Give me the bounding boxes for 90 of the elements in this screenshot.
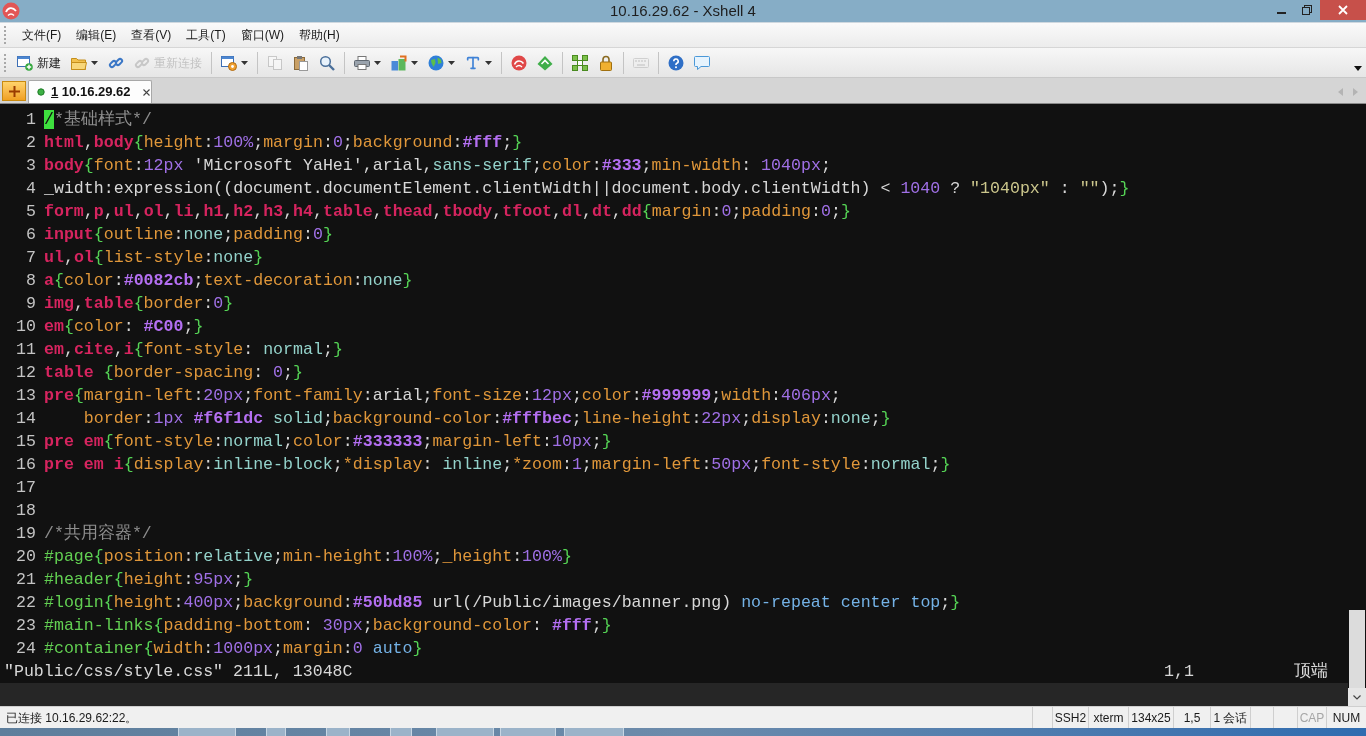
- line-number: 6: [25, 224, 36, 246]
- overflow-caret-icon[interactable]: [1354, 66, 1362, 71]
- file-info-message: "Public/css/style.css" 211L, 13048C: [4, 661, 354, 683]
- code-line: border:1px #f6f1dc solid;background-color:#fffbec;line-height:22px;display:none;}: [82, 408, 891, 430]
- lock-icon: [598, 54, 614, 71]
- code-line: input{outline:none;padding:0}: [44, 224, 333, 246]
- code-line: html,body{height:100%;margin:0;background:#fff;}: [44, 132, 523, 154]
- toolbar-button[interactable]: 新建: [13, 50, 65, 75]
- code-line: #login{height:400px;background:#50bd85 url(/Public/images/banner.png) no-repeat center top;}: [44, 592, 961, 614]
- bars-arrow-icon: [391, 54, 407, 71]
- code-line: #main-links{padding-bottom: 30px;background-color: #fff;}: [44, 615, 612, 637]
- minimize-icon: [1276, 12, 1286, 14]
- code-line: em,cite,i{font-style: normal;}: [44, 339, 343, 361]
- printer-icon: [354, 54, 370, 71]
- diamond-arrow-icon: [537, 54, 553, 71]
- code-line: img,table{border:0}: [44, 293, 234, 315]
- line-number: 23: [15, 615, 36, 637]
- line-number: 19: [15, 523, 36, 545]
- code-line: body{font:12px 'Microsoft YaHei',arial,sans-serif;color:#333;min-width: 1040px;: [44, 155, 831, 177]
- code-line: /*基础样式*/: [44, 109, 152, 131]
- menu-item[interactable]: 文件(F): [15, 24, 69, 46]
- scrollbar-thumb[interactable]: [1349, 610, 1365, 688]
- tab[interactable]: 1 10.16.29.62: [28, 80, 152, 103]
- line-number: 9: [25, 293, 36, 315]
- line-number: 5: [25, 201, 36, 223]
- plus-icon: [8, 85, 20, 97]
- connection-status: 已连接 10.16.29.62:22。: [5, 709, 139, 727]
- app-logo-icon: [2, 2, 20, 21]
- code-line: ul,ol{list-style:none}: [44, 247, 264, 269]
- menu-item[interactable]: 窗口(W): [233, 24, 291, 46]
- clipboard-icon: [293, 54, 309, 71]
- fullscreen-icon: [572, 54, 588, 71]
- line-number: 18: [15, 500, 36, 522]
- code-line: pre{margin-left:20px;font-family:arial;font-size:12px;color:#999999;width:406px;: [44, 385, 841, 407]
- line-number: 3: [25, 155, 36, 177]
- grip-handle[interactable]: [4, 26, 7, 44]
- scroll-position: 顶端: [1294, 661, 1328, 683]
- line-number: 17: [15, 477, 36, 499]
- window-gear-icon: [221, 54, 237, 71]
- terminal-screen[interactable]: [0, 104, 1348, 706]
- code-line: #container{width:1000px;margin:0 auto}: [44, 638, 423, 660]
- line-number: 1: [25, 109, 36, 131]
- search-icon: [319, 54, 335, 71]
- help-icon: [668, 54, 684, 71]
- scroll-down-button[interactable]: [1348, 688, 1366, 706]
- line-number: 20: [15, 546, 36, 568]
- chevron-down-icon: [1353, 694, 1361, 700]
- code-line: em{color: #C00;}: [44, 316, 204, 338]
- menu-item[interactable]: 编辑(E): [69, 24, 124, 46]
- line-number: 8: [25, 270, 36, 292]
- code-line: #header{height:95px;}: [44, 569, 254, 591]
- line-number: 2: [25, 132, 36, 154]
- code-line: _width:expression((document.documentElement.clientWidth||document.body.clientWidth) < 1040 ? "1040px" : "");}: [44, 178, 1130, 200]
- line-number: 24: [15, 638, 36, 660]
- line-number: 7: [25, 247, 36, 269]
- menu-item[interactable]: 工具(T): [179, 24, 233, 46]
- code-line: form,p,ul,ol,li,h1,h2,h3,h4,table,thead,tbody,tfoot,dl,dt,dd{margin:0;padding:0;}: [44, 201, 851, 223]
- code-line: table {border-spacing: 0;}: [44, 362, 303, 384]
- close-button[interactable]: [1320, 0, 1366, 20]
- code-line: #page{position:relative;min-height:100%;_height:100%}: [44, 546, 572, 568]
- line-number: 11: [15, 339, 36, 361]
- line-number: 14: [15, 408, 36, 430]
- close-icon: [1338, 5, 1348, 15]
- cursor-position: 1,1: [1164, 661, 1195, 683]
- logo-icon: [511, 54, 527, 71]
- menu-item[interactable]: 帮助(H): [292, 24, 347, 46]
- copy-icon: [267, 54, 283, 71]
- speech-bubble-icon: [694, 54, 710, 71]
- menu-item[interactable]: 查看(V): [124, 24, 179, 46]
- new-window-icon: [17, 54, 33, 71]
- line-number: 13: [15, 385, 36, 407]
- window-title: 10.16.29.62 - Xshell 4: [609, 1, 757, 21]
- line-number: 15: [15, 431, 36, 453]
- code-line: /*共用容器*/: [44, 522, 152, 545]
- new-tab-button[interactable]: [2, 81, 26, 101]
- code-line: pre em i{display:inline-block;*display: inline;*zoom:1;margin-left:50px;font-style:normal;}: [44, 454, 951, 476]
- font-icon: [465, 54, 481, 71]
- restore-icon: [1302, 5, 1312, 15]
- line-number: 21: [15, 569, 36, 591]
- close-icon[interactable]: [142, 88, 150, 96]
- code-line: a{color:#0082cb;text-decoration:none}: [44, 270, 413, 292]
- grip-handle[interactable]: [4, 53, 7, 72]
- line-number: 22: [15, 592, 36, 614]
- globe-icon: [428, 54, 444, 71]
- code-line: pre em{font-style:normal;color:#333333;margin-left:10px;}: [44, 431, 612, 453]
- line-number: 12: [15, 362, 36, 384]
- line-number: 4: [25, 178, 36, 200]
- line-number: 10: [15, 316, 36, 338]
- line-number: 16: [15, 454, 36, 476]
- scrollbar-track[interactable]: [1348, 104, 1366, 706]
